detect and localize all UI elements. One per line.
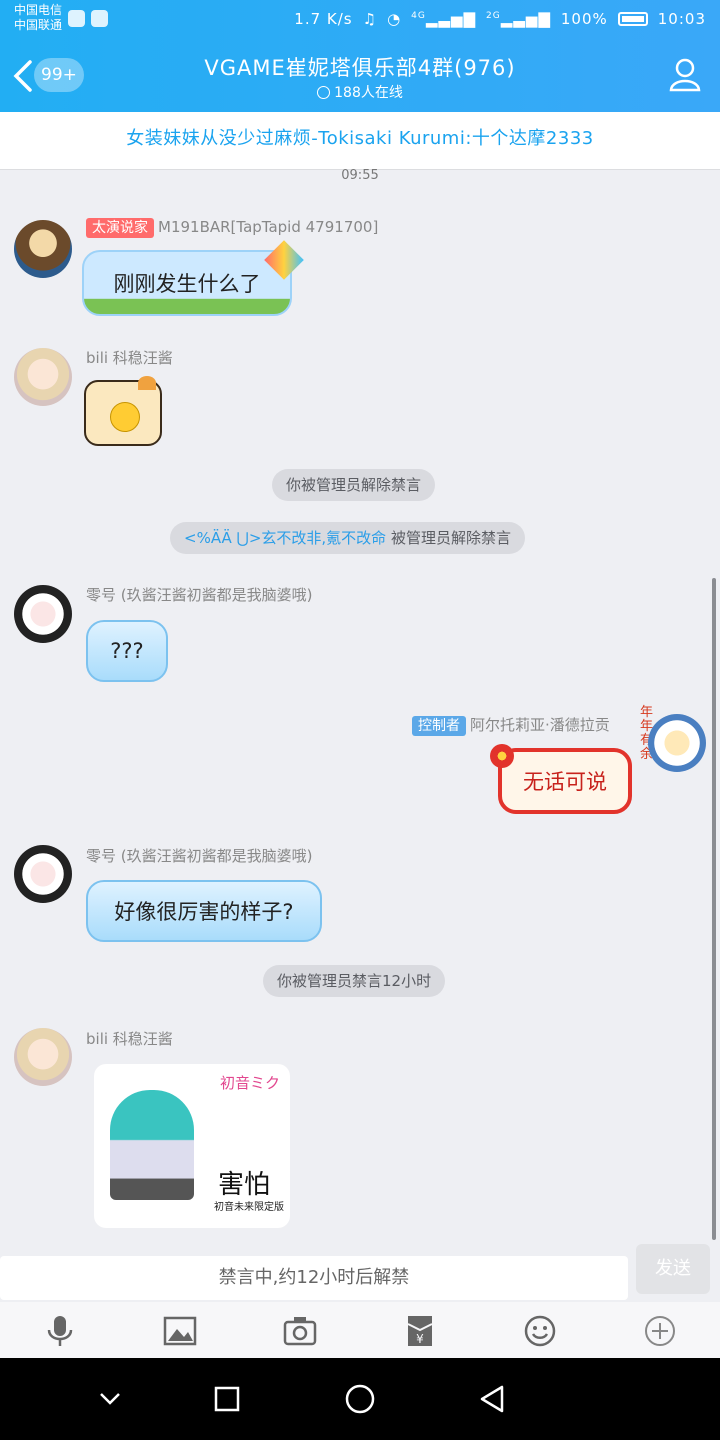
message-bubble[interactable]: 好像很厉害的样子?: [86, 880, 322, 942]
chevron-down-icon[interactable]: [93, 1382, 127, 1416]
avatar[interactable]: [14, 845, 72, 903]
svg-text:¥: ¥: [416, 1332, 424, 1346]
status-bar: 中国电信 中国联通 1.7 K/s ♫ ◔ 4G▂▃▅▇ 2G▂▃▅▇ 100%…: [0, 0, 720, 40]
network-speed: 1.7 K/s: [294, 10, 353, 28]
input-toolbar: ¥: [0, 1302, 720, 1358]
sender-name: bili 科稳汪酱: [86, 349, 173, 367]
sticker-logo: 初音ミク: [219, 1074, 280, 1092]
message-text: ???: [110, 639, 144, 663]
miku-sticker[interactable]: 初音ミク 害怕 初音未来限定版: [94, 1064, 290, 1228]
microphone-icon[interactable]: [43, 1314, 77, 1348]
emoji-icon[interactable]: [523, 1314, 557, 1348]
role-badge: 控制者: [412, 716, 466, 736]
user-link[interactable]: <%ÄÄ ⋃>玄不改非,氪不改命: [184, 529, 386, 547]
avatar[interactable]: [14, 348, 72, 406]
input-row: 禁言中,约12小时后解禁 发送: [0, 1244, 720, 1302]
message-text: 好像很厉害的样子?: [114, 900, 294, 924]
camera-icon[interactable]: [283, 1314, 317, 1348]
battery-icon: [617, 12, 648, 26]
message-text: 刚刚发生什么了: [113, 272, 261, 296]
message-text: 无话可说: [523, 770, 607, 794]
role-badge: 太演说家: [86, 218, 154, 238]
avatar[interactable]: [14, 220, 72, 278]
sender-name: 太演说家 M191BAR[TapTapid 4791700]: [86, 218, 378, 238]
miku-figure-icon: [110, 1090, 194, 1200]
message-bubble[interactable]: 无话可说: [498, 748, 632, 814]
circle-icon[interactable]: [343, 1382, 377, 1416]
clock: 10:03: [657, 10, 706, 28]
carrier-1: 中国电信: [14, 3, 63, 17]
message-input[interactable]: 禁言中,约12小时后解禁: [0, 1256, 628, 1300]
check-circle-icon: [317, 86, 331, 99]
message-bubble[interactable]: ???: [86, 620, 168, 682]
online-status: 188人在线: [0, 82, 720, 102]
system-message: 你被管理员解除禁言: [272, 469, 436, 501]
chat-header: 99+ VGAME崔妮塔俱乐部4群(976) 188人在线: [0, 40, 720, 112]
system-message: 你被管理员禁言12小时: [263, 965, 446, 997]
signal-icon: 4G▂▃▅▇: [411, 10, 477, 28]
app-notification-icon: [68, 10, 85, 27]
square-icon[interactable]: [210, 1382, 244, 1416]
system-message: <%ÄÄ ⋃>玄不改非,氪不改命 被管理员解除禁言: [170, 522, 525, 554]
sticker-subcaption: 初音未来限定版: [214, 1202, 284, 1213]
cat-emoji-sticker[interactable]: [84, 376, 162, 446]
sticker-caption: 害怕: [218, 1170, 271, 1200]
group-members-icon[interactable]: [668, 56, 706, 94]
flower-icon: [490, 744, 514, 768]
triangle-back-icon[interactable]: [476, 1382, 510, 1416]
cat-ear-icon: [138, 376, 156, 390]
signal-icon: 2G▂▃▅▇: [486, 10, 551, 28]
app-notification-icon: [91, 10, 108, 27]
sender-name: 零号 (玖酱汪酱初酱都是我脑婆哦): [86, 847, 313, 865]
headset-icon: ♫: [362, 10, 378, 28]
plus-icon[interactable]: [643, 1314, 677, 1348]
sender-name: bili 科稳汪酱: [86, 1030, 173, 1048]
time-divider: 09:55: [341, 168, 379, 183]
pinned-notice[interactable]: 女装妹妹从没少过麻烦-Tokisaki Kurumi:十个达摩2333: [0, 112, 720, 170]
sender-name: 控制者 阿尔托莉亚·潘德拉贡: [412, 714, 610, 736]
wifi-icon: ◔: [387, 10, 402, 28]
avatar[interactable]: [14, 1028, 72, 1086]
image-icon[interactable]: [163, 1314, 197, 1348]
avatar[interactable]: [14, 585, 72, 643]
smirk-emoji-icon: [110, 402, 140, 432]
message-bubble[interactable]: 刚刚发生什么了: [82, 250, 292, 316]
scrollbar[interactable]: [712, 578, 716, 1240]
send-button[interactable]: 发送: [636, 1244, 710, 1294]
battery-text: 100%: [560, 10, 608, 28]
sender-name: 零号 (玖酱汪酱初酱都是我脑婆哦): [86, 586, 313, 604]
system-nav-bar: [0, 1358, 720, 1440]
group-title: VGAME崔妮塔俱乐部4群(976): [204, 56, 516, 80]
carrier-info: 中国电信 中国联通: [14, 3, 62, 33]
red-packet-icon[interactable]: ¥: [403, 1314, 437, 1348]
avatar[interactable]: [648, 714, 706, 772]
carrier-2: 中国联通: [14, 18, 63, 32]
